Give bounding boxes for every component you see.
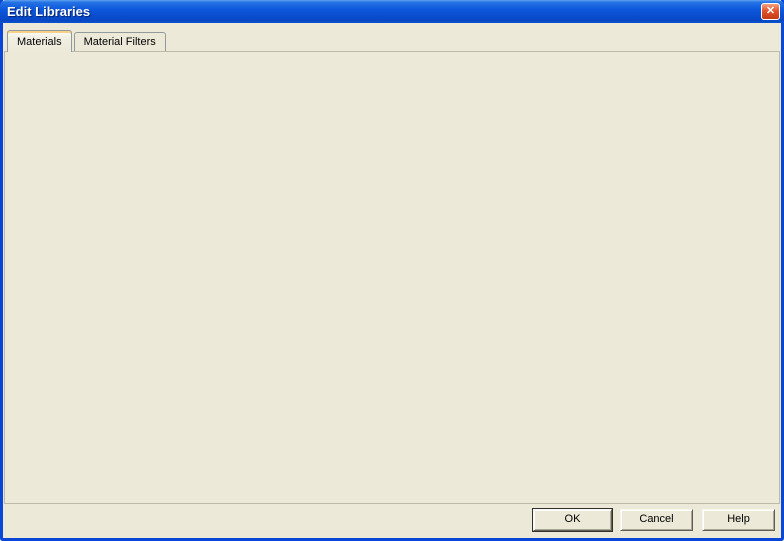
ok-button[interactable]: OK: [533, 509, 612, 531]
close-button[interactable]: ✕: [761, 3, 780, 20]
title-bar: Edit Libraries: [0, 0, 784, 23]
close-icon: ✕: [766, 5, 775, 17]
cancel-button[interactable]: Cancel: [620, 509, 693, 531]
tab-strip: Materials Material Filters: [7, 29, 168, 51]
window-title: Edit Libraries: [7, 4, 90, 19]
tab-page: [4, 51, 780, 504]
tab-material-filters[interactable]: Material Filters: [74, 32, 166, 51]
tab-materials[interactable]: Materials: [7, 30, 72, 52]
help-button[interactable]: Help: [702, 509, 775, 531]
